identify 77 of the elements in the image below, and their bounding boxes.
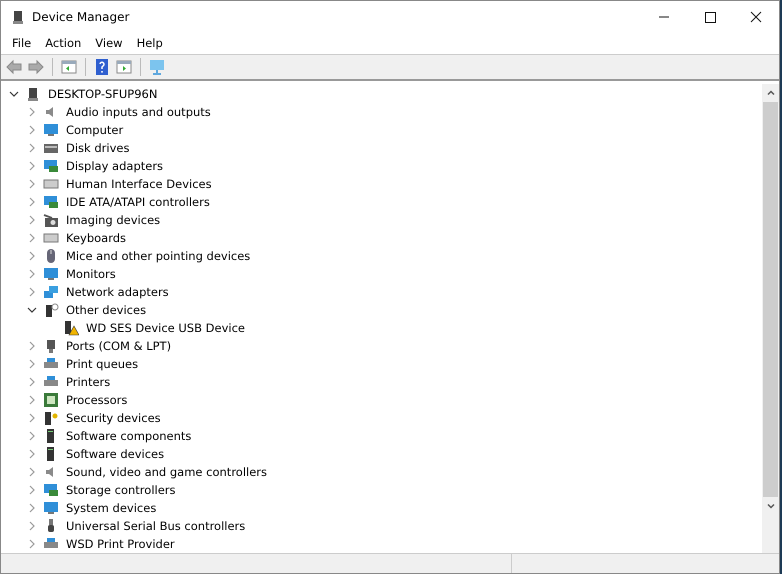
tree-item[interactable]: Ports (COM & LPT)	[65, 339, 172, 353]
tree-item[interactable]: Software components	[65, 429, 192, 443]
tree-item[interactable]: Processors	[65, 393, 128, 407]
collapsed-chevron-icon[interactable]	[27, 287, 37, 297]
collapsed-chevron-icon[interactable]	[27, 395, 37, 405]
chip-icon	[43, 392, 59, 408]
card-icon	[43, 482, 59, 498]
collapsed-chevron-icon[interactable]	[27, 413, 37, 423]
collapsed-chevron-icon[interactable]	[27, 485, 37, 495]
collapsed-chevron-icon[interactable]	[27, 539, 37, 549]
expanded-chevron-icon[interactable]	[27, 305, 37, 315]
collapsed-chevron-icon[interactable]	[27, 233, 37, 243]
menu-item[interactable]: File	[5, 36, 38, 50]
tree-item[interactable]: Storage controllers	[65, 483, 177, 497]
monitor-icon[interactable]	[148, 58, 166, 76]
action-pane-icon[interactable]	[115, 58, 133, 76]
collapsed-chevron-icon[interactable]	[27, 449, 37, 459]
tree-item[interactable]: Software devices	[65, 447, 166, 461]
pc-icon	[25, 86, 41, 102]
help-icon[interactable]	[93, 58, 111, 76]
tree-item[interactable]: Network adapters	[65, 285, 170, 299]
tree-item[interactable]: Display adapters	[65, 159, 164, 173]
monitor-icon	[43, 122, 59, 138]
window-title: Device Manager	[32, 10, 130, 24]
tree-item[interactable]: WSD Print Provider	[65, 537, 176, 551]
back-arrow-icon[interactable]	[5, 58, 23, 76]
tree-item[interactable]: Keyboards	[65, 231, 128, 245]
collapsed-chevron-icon[interactable]	[27, 341, 37, 351]
collapsed-chevron-icon[interactable]	[27, 467, 37, 477]
tree-item[interactable]: Disk drives	[65, 141, 130, 155]
tree-item[interactable]: System devices	[65, 501, 158, 515]
network-icon	[43, 284, 59, 300]
console-tree-icon[interactable]	[60, 58, 78, 76]
collapsed-chevron-icon[interactable]	[27, 503, 37, 513]
tree-item[interactable]: WD SES Device USB Device	[85, 321, 246, 335]
collapsed-chevron-icon[interactable]	[27, 251, 37, 261]
collapsed-chevron-icon[interactable]	[27, 143, 37, 153]
card-icon	[43, 194, 59, 210]
menu-item[interactable]: Action	[38, 36, 88, 50]
tree-item[interactable]: Monitors	[65, 267, 117, 281]
card-icon	[43, 158, 59, 174]
tree-item[interactable]: Print queues	[65, 357, 140, 371]
tree-item[interactable]: Computer	[65, 123, 124, 137]
scroll-up-icon[interactable]	[766, 88, 776, 98]
menu-item[interactable]: Help	[130, 36, 170, 50]
scrollbar-thumb[interactable]	[763, 102, 778, 497]
collapsed-chevron-icon[interactable]	[27, 269, 37, 279]
collapsed-chevron-icon[interactable]	[27, 107, 37, 117]
collapsed-chevron-icon[interactable]	[27, 179, 37, 189]
collapsed-chevron-icon[interactable]	[27, 215, 37, 225]
expanded-chevron-icon[interactable]	[9, 89, 19, 99]
tree-item[interactable]: Printers	[65, 375, 112, 389]
tree-item[interactable]: Universal Serial Bus controllers	[65, 519, 246, 533]
menu-item[interactable]: View	[88, 36, 130, 50]
tree-item[interactable]: Other devices	[65, 303, 148, 317]
camera-icon	[43, 212, 59, 228]
monitor-icon	[43, 500, 59, 516]
collapsed-chevron-icon[interactable]	[27, 377, 37, 387]
vertical-scrollbar[interactable]	[762, 84, 779, 553]
forward-arrow-icon[interactable]	[27, 58, 45, 76]
tree-item[interactable]: IDE ATA/ATAPI controllers	[65, 195, 211, 209]
collapsed-chevron-icon[interactable]	[27, 197, 37, 207]
monitor-icon	[43, 266, 59, 282]
collapsed-chevron-icon[interactable]	[27, 521, 37, 531]
scroll-down-icon[interactable]	[766, 501, 776, 511]
tree-item[interactable]: Human Interface Devices	[65, 177, 213, 191]
collapsed-chevron-icon[interactable]	[27, 161, 37, 171]
collapsed-chevron-icon[interactable]	[27, 359, 37, 369]
collapsed-chevron-icon[interactable]	[27, 431, 37, 441]
tree-item[interactable]: Audio inputs and outputs	[65, 105, 212, 119]
pc-icon	[10, 8, 26, 24]
tree-item[interactable]: Sound, video and game controllers	[65, 465, 268, 479]
tree-item[interactable]: DESKTOP-SFUP96N	[47, 87, 158, 101]
tree-item[interactable]: Imaging devices	[65, 213, 162, 227]
tree-item[interactable]: Mice and other pointing devices	[65, 249, 252, 263]
collapsed-chevron-icon[interactable]	[27, 125, 37, 135]
tree-item[interactable]: Security devices	[65, 411, 162, 425]
